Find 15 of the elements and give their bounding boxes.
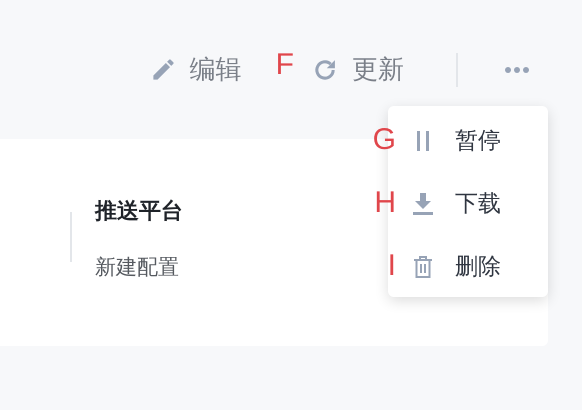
annotation-letter: H (374, 186, 396, 220)
download-icon (412, 192, 434, 216)
toolbar-button[interactable]: 更新 (311, 52, 404, 87)
more-icon[interactable] (504, 66, 530, 74)
annotation-letter: I (388, 249, 396, 283)
annotation-letter: G (372, 123, 396, 157)
menu-item[interactable]: 删除 (397, 235, 548, 298)
menu-item[interactable]: 下载 (397, 172, 548, 235)
toolbar-button[interactable]: 编辑 (150, 52, 242, 87)
trash-icon (413, 254, 433, 278)
card-title: 推送平台 (95, 198, 183, 226)
card-subtitle: 新建配置 (95, 254, 180, 281)
annotation-letter: F (276, 48, 294, 82)
pause-icon (415, 130, 431, 152)
menu-item[interactable]: 暂停 (397, 109, 548, 172)
